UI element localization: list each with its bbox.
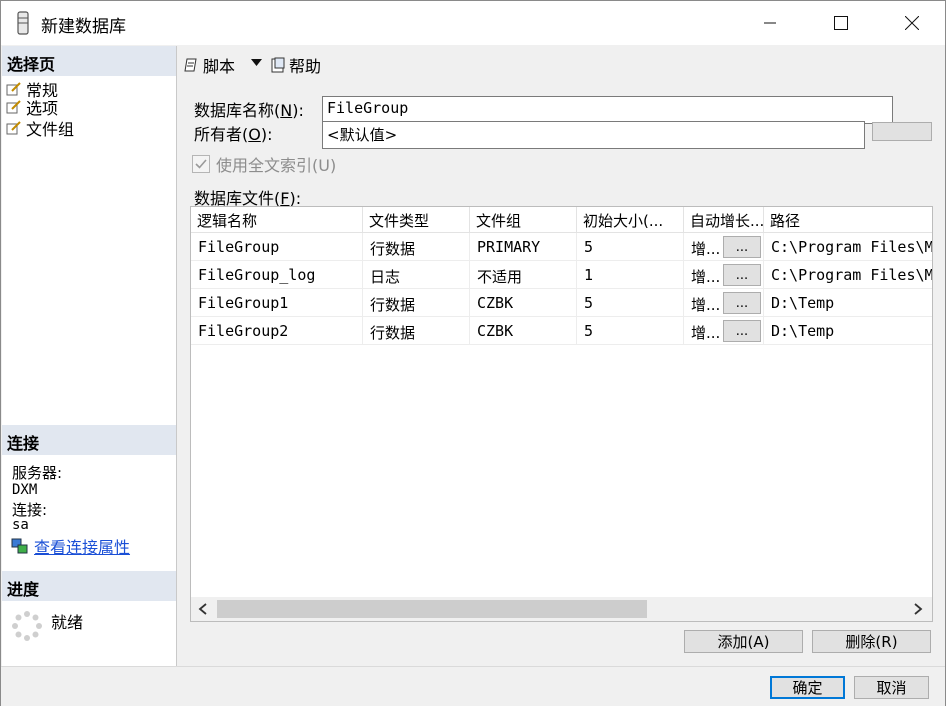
right-panel: 脚本 帮助 数据库名称(N): FileGroup 所有者(O): <默认值> …: [178, 46, 945, 666]
table-cell[interactable]: 5: [577, 289, 684, 317]
toolbar: 脚本 帮助: [178, 46, 945, 80]
table-cell[interactable]: FileGroup: [191, 233, 363, 261]
scrollbar-thumb[interactable]: [217, 600, 647, 618]
footer-bar: 确定 取消: [1, 666, 945, 706]
table-cell[interactable]: 行数据: [363, 317, 470, 345]
table-cell[interactable]: 日志: [363, 261, 470, 289]
progress-header: 进度: [2, 571, 176, 601]
help-button[interactable]: 帮助: [270, 53, 321, 77]
database-icon: [17, 11, 29, 35]
table-cell[interactable]: FileGroup_log: [191, 261, 363, 289]
fulltext-label: 使用全文索引(U): [216, 156, 337, 175]
maximize-icon: [834, 16, 848, 30]
help-label: 帮助: [289, 57, 322, 76]
new-database-dialog: 新建数据库 选择页 常规 选项 文件组 连接 服务器: DXM 连接: sa 查…: [0, 0, 946, 706]
autogrowth-edit-button[interactable]: ...: [723, 320, 761, 342]
autogrowth-edit-button[interactable]: ...: [723, 236, 761, 258]
table-cell[interactable]: 5: [577, 317, 684, 345]
connection-properties-icon: [11, 538, 28, 554]
table-cell[interactable]: 不适用: [470, 261, 577, 289]
server-label: 服务器:: [12, 464, 63, 482]
add-file-button[interactable]: 添加(A): [684, 630, 803, 653]
left-panel: 选择页 常规 选项 文件组 连接 服务器: DXM 连接: sa 查看连接属性 …: [2, 46, 177, 666]
table-cell[interactable]: 1: [577, 261, 684, 289]
table-cell[interactable]: FileGroup2: [191, 317, 363, 345]
cancel-button[interactable]: 取消: [854, 676, 929, 699]
script-icon: [184, 58, 197, 72]
table-cell[interactable]: 5: [577, 233, 684, 261]
remove-file-button[interactable]: 删除(R): [812, 630, 931, 653]
maximize-button[interactable]: [818, 1, 864, 45]
horizontal-scrollbar[interactable]: [191, 597, 932, 621]
column-header-path[interactable]: 路径: [764, 207, 932, 233]
help-icon: [271, 57, 285, 73]
minimize-icon: [764, 22, 776, 24]
column-header-logical-name[interactable]: 逻辑名称: [191, 207, 363, 233]
ok-button[interactable]: 确定: [770, 676, 845, 699]
page-icon: [6, 82, 21, 96]
server-value: DXM: [12, 482, 38, 498]
nav-item-options[interactable]: 选项: [6, 97, 58, 118]
db-name-label: 数据库名称(N):: [194, 101, 304, 120]
title-bar: 新建数据库: [1, 1, 945, 45]
autogrowth-edit-button[interactable]: ...: [723, 292, 761, 314]
column-header-autogrowth[interactable]: 自动增长...: [684, 207, 764, 233]
close-button[interactable]: [889, 1, 935, 45]
page-icon: [6, 100, 21, 114]
owner-label: 所有者(O):: [194, 125, 273, 144]
table-cell[interactable]: C:\Program Files\M: [764, 261, 932, 289]
chevron-right-icon[interactable]: [913, 603, 923, 615]
table-cell[interactable]: D:\Temp: [764, 289, 932, 317]
table-cell[interactable]: 行数据: [363, 233, 470, 261]
connection-value: sa: [12, 517, 29, 532]
progress-status: 就绪: [51, 613, 84, 632]
nav-item-filegroups[interactable]: 文件组: [6, 118, 75, 139]
table-cell[interactable]: CZBK: [470, 317, 577, 345]
view-connection-properties-link[interactable]: 查看连接属性: [11, 534, 130, 558]
fulltext-option[interactable]: 使用全文索引(U): [192, 152, 336, 176]
table-cell[interactable]: D:\Temp: [764, 317, 932, 345]
script-label: 脚本: [203, 57, 236, 76]
window-title: 新建数据库: [41, 17, 126, 37]
table-cell[interactable]: C:\Program Files\M: [764, 233, 932, 261]
nav-item-label: 文件组: [26, 120, 75, 139]
table-cell[interactable]: PRIMARY: [470, 233, 577, 261]
table-cell[interactable]: 行数据: [363, 289, 470, 317]
select-page-header: 选择页: [2, 46, 176, 76]
spinner-icon: [12, 611, 42, 641]
fulltext-checkbox[interactable]: [192, 155, 210, 173]
owner-browse-button[interactable]: [872, 122, 932, 141]
table-cell[interactable]: FileGroup1: [191, 289, 363, 317]
db-files-grid: 逻辑名称 文件类型 文件组 初始大小(... 自动增长... 路径 FileGr…: [190, 206, 933, 622]
connection-header: 连接: [2, 425, 176, 455]
page-icon: [6, 121, 21, 135]
view-connection-properties-label: 查看连接属性: [34, 538, 131, 557]
autogrowth-edit-button[interactable]: ...: [723, 264, 761, 286]
column-header-initial-size[interactable]: 初始大小(...: [577, 207, 684, 233]
minimize-button[interactable]: [747, 1, 793, 45]
table-cell[interactable]: CZBK: [470, 289, 577, 317]
chevron-down-icon[interactable]: [251, 59, 262, 66]
close-icon: [905, 16, 919, 30]
column-header-filegroup[interactable]: 文件组: [470, 207, 577, 233]
script-button[interactable]: 脚本: [184, 53, 235, 77]
owner-input[interactable]: <默认值>: [322, 121, 865, 149]
db-name-input[interactable]: FileGroup: [322, 96, 893, 124]
column-header-file-type[interactable]: 文件类型: [363, 207, 470, 233]
chevron-left-icon[interactable]: [198, 603, 208, 615]
